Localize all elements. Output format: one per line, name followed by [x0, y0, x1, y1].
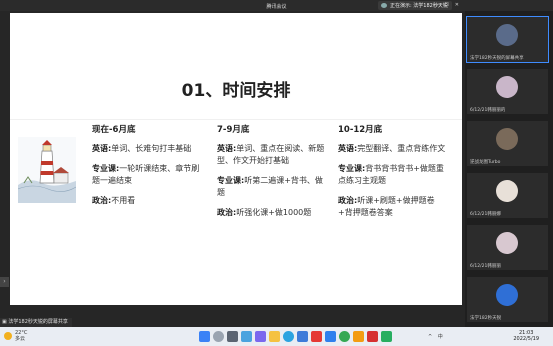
participant-name: 6/12/21韩丽丽	[470, 264, 501, 269]
participant-name: 逆战龙图Turbo	[470, 160, 501, 165]
tencent-meeting-icon[interactable]	[325, 331, 336, 342]
taskbar-clock[interactable]: 21:03 2022/5/19	[513, 330, 539, 342]
participant-name: 法学182秒天锐的屏幕共享	[470, 56, 524, 61]
schedule-item-politics: 政治:听课+刷题+做押题卷+背押题卷答案	[338, 196, 435, 217]
schedule-item-english: 英语:完型翻译、重点背练作文	[338, 144, 446, 153]
shared-screen-area: 01、时间安排 现在-6月底 英语:单词、长难句打丰基础 专业课:一轮听课结束、…	[0, 11, 465, 327]
chat-icon[interactable]	[255, 331, 266, 342]
app-red-icon[interactable]	[367, 331, 378, 342]
schedule-item-english: 英语:单词、长难句打丰基础	[92, 144, 192, 153]
expand-panel-icon[interactable]: ›	[0, 277, 9, 287]
file-explorer-icon[interactable]	[269, 331, 280, 342]
presentation-slide: 01、时间安排 现在-6月底 英语:单词、长难句打丰基础 专业课:一轮听课结束、…	[10, 13, 462, 305]
close-icon[interactable]: ✕	[455, 2, 465, 8]
participant-name: 法学182秒天锐	[470, 316, 502, 321]
minimize-icon[interactable]: —	[433, 2, 444, 8]
schedule-item-politics: 政治:不用看	[92, 196, 136, 205]
wps-icon[interactable]	[311, 331, 322, 342]
task-view-icon[interactable]	[227, 331, 238, 342]
windows-start-icon[interactable]	[199, 331, 210, 342]
schedule-column-now-june: 现在-6月底 英语:单词、长难句打丰基础 专业课:一轮听课结束、章节刷题一遍结束…	[92, 124, 200, 215]
participant-avatar	[496, 180, 518, 202]
weather-desc: 多云	[15, 336, 26, 342]
schedule-item-major: 专业课:听第二遍课+背书、做题	[217, 176, 323, 197]
lighthouse-image	[18, 137, 76, 203]
participant-name: 6/12/21韩丽丽的	[470, 108, 506, 113]
store-icon[interactable]	[297, 331, 308, 342]
title-divider	[10, 119, 462, 120]
clock-date: 2022/5/19	[513, 336, 539, 342]
system-tray[interactable]: ^ 中	[428, 333, 445, 340]
app-green-icon[interactable]	[381, 331, 392, 342]
participant-tile[interactable]: 法学182秒天锐	[467, 277, 548, 322]
search-icon[interactable]	[213, 331, 224, 342]
maximize-icon[interactable]: ☐	[444, 2, 454, 8]
participant-avatar	[496, 284, 518, 306]
edge-icon[interactable]	[283, 331, 294, 342]
schedule-item-major: 专业课:一轮听课结束、章节刷题一遍结束	[92, 164, 200, 185]
widgets-icon[interactable]	[241, 331, 252, 342]
participant-avatar	[496, 24, 518, 46]
participants-sidebar: 法学182秒天锐的屏幕共享 6/12/21韩丽丽的 逆战龙图Turbo 6/12…	[465, 11, 553, 327]
participant-name: 6/12/21韩丽娜	[470, 212, 501, 217]
participant-tile[interactable]: 逆战龙图Turbo	[467, 121, 548, 166]
window-title: 腾讯会议	[266, 4, 287, 10]
column-heading: 现在-6月底	[92, 125, 136, 135]
schedule-item-major: 专业课:背书背书背书+做题重点练习主观题	[338, 164, 444, 185]
schedule-column-july-sept: 7-9月底 英语:单词、重点在阅读、新题型、作文开始打基础 专业课:听第二遍课+…	[217, 124, 325, 227]
participant-avatar	[496, 128, 518, 150]
column-heading: 10-12月底	[338, 125, 383, 135]
windows-taskbar: 22°C 多云 ^ 中 21:03 2022/5/19	[0, 327, 553, 346]
schedule-item-english: 英语:单词、重点在阅读、新题型、作文开始打基础	[217, 144, 325, 165]
chrome-icon[interactable]	[339, 331, 350, 342]
participant-avatar	[496, 232, 518, 254]
schedule-item-politics: 政治:听强化课+做1000题	[217, 208, 312, 217]
participant-tile[interactable]: 6/12/21韩丽娜	[467, 173, 548, 218]
participant-tile[interactable]: 6/12/21韩丽丽的	[467, 69, 548, 114]
participant-avatar	[496, 76, 518, 98]
sun-icon	[4, 332, 12, 340]
window-controls[interactable]: —☐✕	[433, 2, 465, 8]
app-orange-icon[interactable]	[353, 331, 364, 342]
slide-title: 01、时间安排	[181, 81, 291, 101]
window-titlebar: 腾讯会议 正在演示: 法学182秒天锐 —☐✕	[0, 0, 553, 11]
column-heading: 7-9月底	[217, 125, 250, 135]
presenter-avatar-icon	[381, 3, 387, 8]
screen-share-label: ▣ 法学182秒天锐的屏幕共享	[0, 318, 72, 327]
schedule-column-oct-dec: 10-12月底 英语:完型翻译、重点背练作文 专业课:背书背书背书+做题重点练习…	[338, 124, 446, 227]
participant-tile[interactable]: 法学182秒天锐的屏幕共享	[466, 16, 549, 63]
participant-tile[interactable]: 6/12/21韩丽丽	[467, 225, 548, 270]
weather-widget[interactable]: 22°C 多云	[4, 330, 27, 342]
